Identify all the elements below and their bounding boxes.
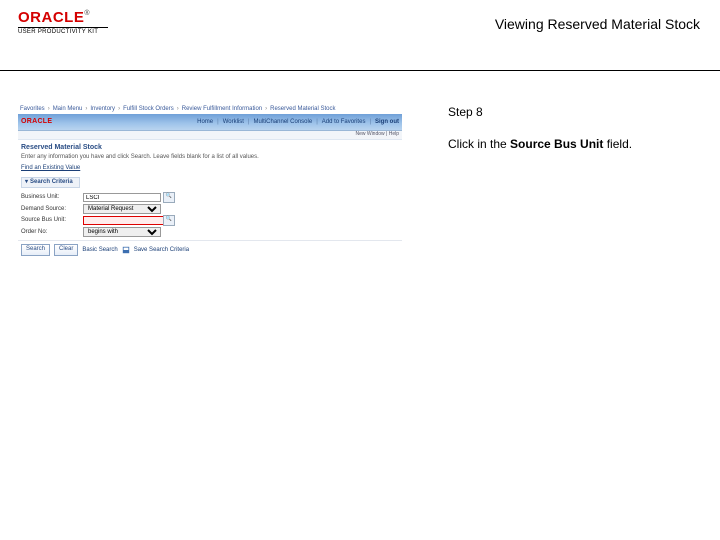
collapse-icon: ▾ xyxy=(25,179,28,186)
link-favorites[interactable]: Add to Favorites xyxy=(322,119,366,126)
page-title: Viewing Reserved Material Stock xyxy=(495,10,700,32)
embedded-app: Favorites› Main Menu› Inventory› Fulfill… xyxy=(18,105,402,256)
crumb-page[interactable]: Reserved Material Stock xyxy=(270,106,335,113)
input-source-bus-unit[interactable] xyxy=(83,216,167,225)
app-logo: ORACLE xyxy=(21,118,52,126)
product-name: USER PRODUCTIVITY KIT xyxy=(18,29,98,35)
breadcrumb: Favorites› Main Menu› Inventory› Fulfill… xyxy=(18,105,402,114)
action-bar: Search Clear Basic Search Save Search Cr… xyxy=(18,240,402,256)
label-order-no: Order No: xyxy=(21,229,81,236)
crumb-fulfill[interactable]: Fulfill Stock Orders xyxy=(123,106,174,113)
search-form: Business Unit: 🔍 Demand Source: Material… xyxy=(18,190,224,240)
search-criteria-label: Search Criteria xyxy=(30,179,73,186)
app-topbar: ORACLE Home| Worklist| MultiChannel Cons… xyxy=(18,114,402,131)
label-demand-source: Demand Source: xyxy=(21,206,81,213)
input-business-unit[interactable] xyxy=(83,193,161,202)
select-order-no-op[interactable]: begins with xyxy=(83,227,161,237)
basic-search-link[interactable]: Basic Search xyxy=(82,247,117,254)
save-search-link[interactable]: Save Search Criteria xyxy=(134,247,189,254)
label-source-bus-unit: Source Bus Unit: xyxy=(21,217,81,224)
crumb-favorites[interactable]: Favorites xyxy=(20,106,45,113)
oracle-logo: ORACLE® xyxy=(18,10,90,25)
search-button[interactable]: Search xyxy=(21,244,50,256)
app-subbar: New Window | Help xyxy=(18,131,402,140)
crumb-review[interactable]: Review Fulfillment Information xyxy=(182,106,262,113)
link-worklist[interactable]: Worklist xyxy=(223,119,244,126)
lookup-business-unit[interactable]: 🔍 xyxy=(163,192,175,203)
clear-button[interactable]: Clear xyxy=(54,244,78,256)
search-criteria-header[interactable]: ▾ Search Criteria xyxy=(21,177,80,188)
link-mcc[interactable]: MultiChannel Console xyxy=(253,119,312,126)
crumb-inventory[interactable]: Inventory xyxy=(90,106,115,113)
step-label: Step 8 xyxy=(448,105,710,119)
brand-block: ORACLE® USER PRODUCTIVITY KIT xyxy=(18,10,108,35)
link-signout[interactable]: Sign out xyxy=(375,119,399,126)
logo-rule xyxy=(18,27,108,28)
label-business-unit: Business Unit: xyxy=(21,194,81,201)
crumb-main-menu[interactable]: Main Menu xyxy=(53,106,83,113)
link-home[interactable]: Home xyxy=(197,119,213,126)
instruction-text: Click in the Source Bus Unit field. xyxy=(448,137,710,151)
select-demand-source[interactable]: Material Request xyxy=(83,204,161,214)
content-description: Enter any information you have and click… xyxy=(18,153,402,165)
content-title: Reserved Material Stock xyxy=(18,140,402,152)
find-existing-link[interactable]: Find an Existing Value xyxy=(18,165,402,175)
save-icon xyxy=(122,246,130,254)
lookup-source-bus-unit[interactable]: 🔍 xyxy=(163,215,175,226)
